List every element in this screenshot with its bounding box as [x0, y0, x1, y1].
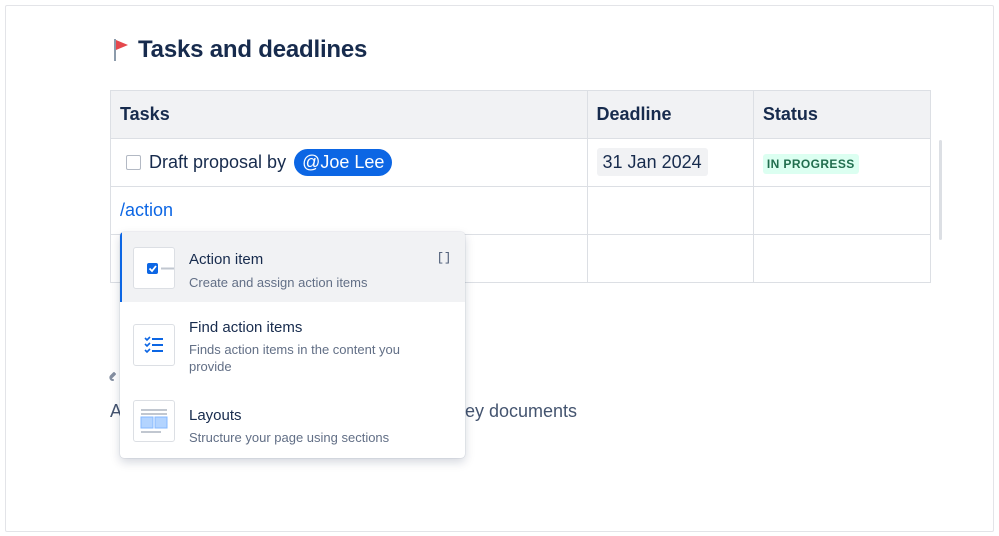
- table-row: /action: [110, 186, 932, 235]
- table-row: Draft proposal by @Joe Lee 31 Jan 2024 I…: [110, 138, 932, 187]
- action-item-icon: [133, 247, 175, 289]
- task-checkbox[interactable]: [126, 155, 141, 170]
- keyboard-shortcut: []: [436, 249, 452, 267]
- section-heading: Tasks and deadlines: [112, 36, 367, 64]
- page-title: Tasks and deadlines: [138, 36, 368, 63]
- find-action-items-icon: [133, 324, 175, 366]
- menu-item-description: Structure your page using sections: [189, 430, 390, 445]
- empty-cell[interactable]: [586, 186, 754, 235]
- flag-icon: [114, 39, 128, 61]
- scrollbar[interactable]: [939, 140, 942, 240]
- slash-command-menu: Action item Create and assign action ite…: [120, 232, 465, 458]
- deadline-cell[interactable]: 31 Jan 2024: [586, 138, 754, 187]
- menu-item-description: Create and assign action items: [189, 275, 368, 290]
- empty-cell[interactable]: [752, 234, 932, 283]
- header-status[interactable]: Status: [752, 90, 932, 139]
- menu-item-title: Find action items: [189, 319, 303, 336]
- status-cell[interactable]: IN PROGRESS: [752, 138, 932, 187]
- user-mention[interactable]: @Joe Lee: [294, 149, 393, 176]
- task-text: Draft proposal by: [149, 152, 287, 172]
- status-badge[interactable]: IN PROGRESS: [762, 154, 859, 174]
- slash-command-cell[interactable]: /action: [110, 186, 588, 235]
- menu-item-description: Finds action items in the content you pr…: [189, 342, 401, 374]
- menu-item-title: Action item: [189, 251, 264, 268]
- slash-command-text[interactable]: /action: [120, 200, 173, 220]
- menu-item-action-item[interactable]: Action item Create and assign action ite…: [120, 232, 465, 302]
- background-text-continued: ey documents: [465, 401, 578, 421]
- header-deadline[interactable]: Deadline: [586, 90, 754, 139]
- empty-cell[interactable]: [752, 186, 932, 235]
- empty-cell[interactable]: [586, 234, 754, 283]
- table-header-row: Tasks Deadline Status: [110, 90, 932, 139]
- menu-item-title: Layouts: [189, 407, 242, 424]
- menu-item-layouts[interactable]: Layouts Structure your page using sectio…: [120, 388, 465, 458]
- task-cell[interactable]: Draft proposal by @Joe Lee: [110, 138, 588, 187]
- layouts-icon: [133, 400, 175, 442]
- menu-item-find-action-items[interactable]: Find action items Finds action items in …: [120, 302, 465, 388]
- header-tasks[interactable]: Tasks: [110, 90, 588, 139]
- date-chip[interactable]: 31 Jan 2024: [596, 148, 708, 176]
